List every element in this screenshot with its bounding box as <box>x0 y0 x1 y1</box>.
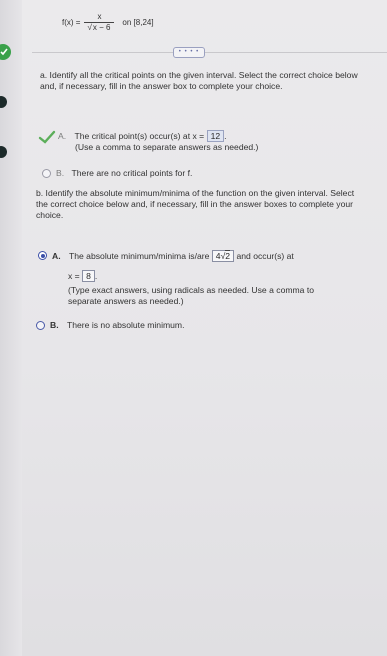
part-b-option-a-text: The absolute minimum/minima is/are <box>68 251 210 261</box>
correct-check-icon <box>38 130 56 144</box>
part-b-x-line: x = 8. <box>68 270 98 282</box>
part-b-option-a[interactable]: A. The absolute minimum/minima is/are 4√… <box>52 250 294 262</box>
critical-point-answer-box[interactable]: 12 <box>206 130 225 142</box>
part-b-prompt: b. Identify the absolute minimum/minima … <box>36 188 355 220</box>
function-definition: f(x) = x √ x − 6 on [8,24] <box>62 12 154 33</box>
function-fraction: x √ x − 6 <box>84 12 115 33</box>
part-a-option-b-radio[interactable] <box>42 169 51 178</box>
part-a-option-a-text: The critical point(s) occur(s) at x = <box>74 131 205 141</box>
divider <box>32 52 387 53</box>
function-lhs: f(x) = <box>62 18 81 27</box>
part-b-option-b-radio[interactable] <box>36 321 45 330</box>
part-b-option-a-radio[interactable] <box>38 251 47 260</box>
part-a-prompt: a. Identify all the critical points on t… <box>40 70 358 91</box>
more-button[interactable]: • • • • <box>173 47 205 58</box>
part-b-option-b[interactable]: B. There is no absolute minimum. <box>50 320 184 331</box>
part-a-option-b[interactable]: B. There are no critical points for f. <box>56 168 192 179</box>
part-a-option-a[interactable]: A. The critical point(s) occur(s) at x =… <box>58 130 227 142</box>
part-a-option-b-text: There are no critical points for f. <box>71 168 193 178</box>
part-b-option-b-text: There is no absolute minimum. <box>66 320 185 330</box>
question-page: f(x) = x √ x − 6 on [8,24] • • • • a. Ide… <box>0 0 387 656</box>
part-b-option-a-hint: (Type exact answers, using radicals as n… <box>68 285 314 306</box>
function-numerator: x <box>97 12 102 21</box>
function-interval: on [8,24] <box>122 18 154 27</box>
function-denominator: √ x − 6 <box>84 22 115 33</box>
minimum-location-answer-box[interactable]: 8 <box>82 270 95 282</box>
absolute-minimum-answer-box[interactable]: 4√2 <box>211 250 235 262</box>
part-a-option-a-hint: (Use a comma to separate answers as need… <box>75 142 259 152</box>
